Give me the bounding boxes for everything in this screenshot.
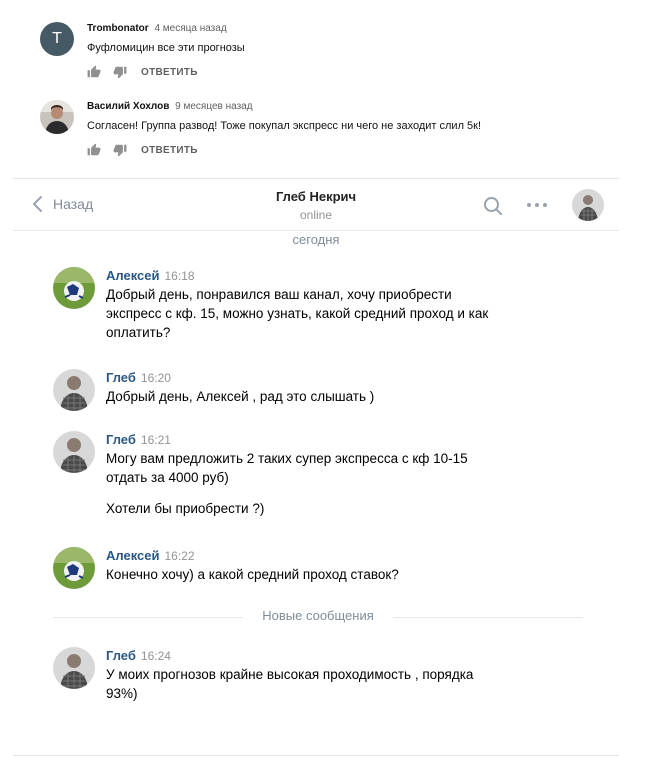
more-icon[interactable] bbox=[525, 197, 549, 213]
message-text: У моих прогнозов крайне высокая проходим… bbox=[106, 667, 474, 701]
message-avatar[interactable] bbox=[53, 267, 95, 309]
thumb-down-icon[interactable] bbox=[113, 65, 127, 79]
thumb-up-icon[interactable] bbox=[87, 143, 101, 157]
message-avatar[interactable] bbox=[53, 369, 95, 411]
comment-avatar[interactable]: T bbox=[40, 22, 74, 56]
message-text: Могу вам предложить 2 таких супер экспре… bbox=[106, 451, 468, 485]
reply-button[interactable]: ОТВЕТИТЬ bbox=[141, 145, 198, 156]
day-divider: сегодня bbox=[292, 232, 340, 247]
message-author[interactable]: Алексей bbox=[106, 268, 160, 283]
thumb-down-icon[interactable] bbox=[113, 143, 127, 157]
comment-author[interactable]: Trombonator bbox=[87, 23, 149, 34]
comment-text: Согласен! Группа развод! Тоже покупал эк… bbox=[87, 120, 482, 132]
new-messages-divider: Новые сообщения bbox=[53, 607, 583, 627]
message-text: Хотели бы приобрести ?) bbox=[106, 501, 265, 516]
message-time: 16:21 bbox=[140, 433, 171, 447]
message-time: 16:18 bbox=[164, 269, 195, 283]
new-messages-label: Новые сообщения bbox=[252, 608, 384, 623]
message-avatar[interactable] bbox=[53, 647, 95, 689]
comment-time[interactable]: 4 месяца назад bbox=[154, 23, 226, 34]
message-text: Добрый день, Алексей , рад это слышать ) bbox=[106, 389, 375, 404]
dialog-window: Назад Глеб Некрич online сегодня Алексей… bbox=[13, 178, 619, 756]
message-avatar[interactable] bbox=[53, 547, 95, 589]
message-text: Конечно хочу) а какой средний проход ста… bbox=[106, 567, 399, 582]
message-author[interactable]: Глеб bbox=[106, 648, 136, 663]
message-time: 16:24 bbox=[140, 649, 171, 663]
message-time: 16:22 bbox=[164, 549, 195, 563]
message-author[interactable]: Алексей bbox=[106, 548, 160, 563]
comment-text: Фуфломицин все эти прогнозы bbox=[87, 42, 245, 54]
peer-avatar[interactable] bbox=[572, 189, 604, 221]
thumb-up-icon[interactable] bbox=[87, 65, 101, 79]
dialog-header: Назад Глеб Некрич online bbox=[13, 179, 619, 231]
message-avatar[interactable] bbox=[53, 431, 95, 473]
message-time: 16:20 bbox=[140, 371, 171, 385]
message-text: Добрый день, понравился ваш канал, хочу … bbox=[106, 287, 489, 340]
comment-avatar[interactable] bbox=[40, 100, 74, 134]
message-author[interactable]: Глеб bbox=[106, 370, 136, 385]
comment-author[interactable]: Василий Хохлов bbox=[87, 101, 169, 112]
comment-time[interactable]: 9 месяцев назад bbox=[175, 101, 252, 112]
search-icon[interactable] bbox=[483, 196, 503, 216]
message-author[interactable]: Глеб bbox=[106, 432, 136, 447]
reply-button[interactable]: ОТВЕТИТЬ bbox=[141, 67, 198, 78]
